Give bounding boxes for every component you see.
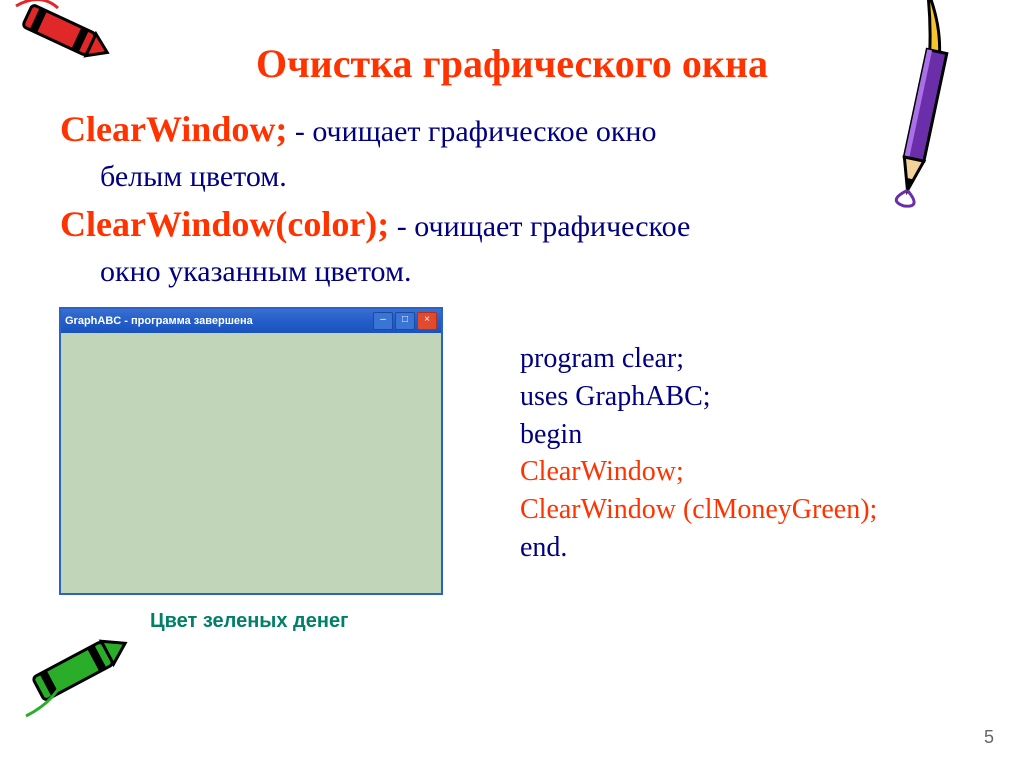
slide-title: Очистка графического окна — [60, 40, 964, 87]
code-block: program clear; uses GraphABC; begin Clea… — [520, 340, 877, 567]
code-line-2: uses GraphABC; — [520, 378, 877, 416]
minimize-icon: – — [373, 312, 393, 330]
code-line-5: ClearWindow (clMoneyGreen); — [520, 491, 877, 529]
window-titlebar: GraphABC - программа завершена – □ × — [61, 309, 441, 333]
close-icon: × — [417, 312, 437, 330]
code-line-3: begin — [520, 416, 877, 454]
code-line-6: end. — [520, 529, 877, 567]
paragraph-1: ClearWindow; - очищает графическое окно — [60, 107, 964, 152]
desc-2a: - очищает графическое — [397, 210, 691, 243]
window-title-text: GraphABC - программа завершена — [65, 315, 253, 327]
code-line-1: program clear; — [520, 340, 877, 378]
desc-2b: окно указанным цветом. — [60, 253, 964, 291]
code-line-4: ClearWindow; — [520, 453, 877, 491]
window-body — [61, 333, 441, 593]
desc-1a: - очищает графическое окно — [295, 115, 657, 148]
command-2: ClearWindow(color); — [60, 204, 389, 244]
paragraph-2: ClearWindow(color); - очищает графическо… — [60, 202, 964, 247]
command-1: ClearWindow; — [60, 109, 287, 149]
desc-1b: белым цветом. — [60, 158, 964, 196]
window-caption: Цвет зеленых денег — [150, 610, 460, 633]
sample-window: GraphABC - программа завершена – □ × — [60, 308, 442, 594]
maximize-icon: □ — [395, 312, 415, 330]
page-number: 5 — [984, 727, 994, 748]
